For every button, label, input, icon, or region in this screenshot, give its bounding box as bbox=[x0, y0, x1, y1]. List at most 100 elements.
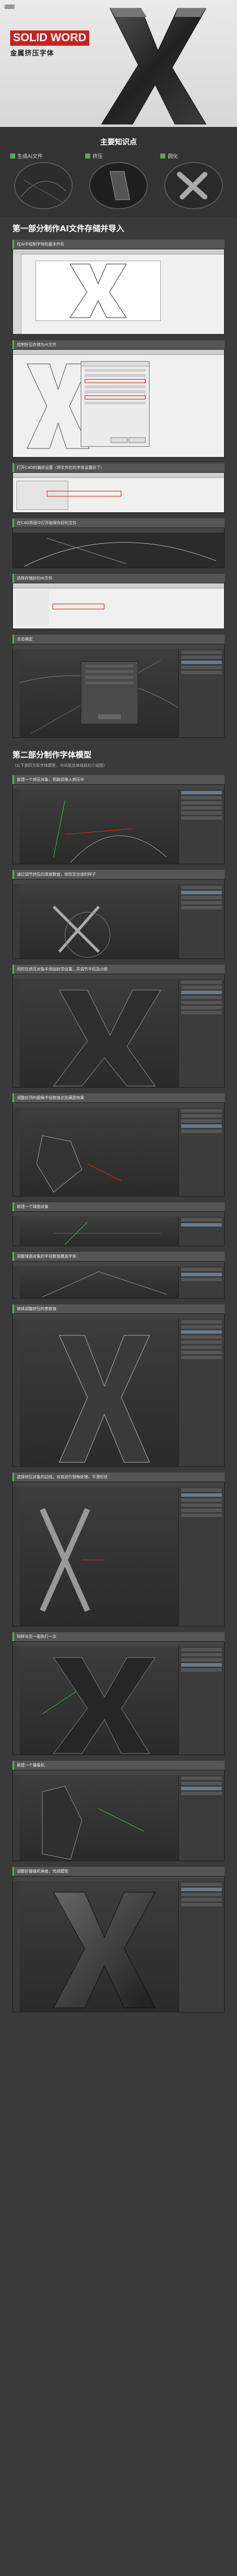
knowledge-thumb bbox=[89, 162, 148, 209]
screenshot-import-dialog bbox=[12, 644, 225, 738]
step-sphere: 新建一个球面对象 bbox=[12, 1202, 225, 1246]
attributes-panel[interactable] bbox=[178, 1646, 224, 1755]
title-en: SOLID WORD bbox=[10, 30, 89, 46]
import-settings-dialog[interactable] bbox=[81, 661, 138, 724]
step-caption: 在C4D界面中打开刚保存好的文件 bbox=[12, 518, 225, 527]
step-select-ai: 选择存储好的AI文件 bbox=[12, 574, 225, 629]
step-caption: 同时在挤压对象中添加封顶设置，并调节半径及分段 bbox=[12, 965, 225, 974]
step-params: 继续调整挤压的参数值 bbox=[12, 1304, 225, 1467]
knowledge-heading: 主要知识点 bbox=[100, 138, 137, 147]
highlight-box bbox=[52, 604, 104, 609]
attributes-panel[interactable] bbox=[178, 1487, 224, 1626]
attributes-panel[interactable] bbox=[178, 979, 224, 1087]
app-toolbar bbox=[13, 249, 224, 254]
step-bevel: 选择挤压对象的边线，对其进行倒角处理，平滑形状 bbox=[12, 1472, 225, 1627]
knowledge-label: 圆化 bbox=[168, 154, 178, 160]
viewport[interactable] bbox=[20, 1646, 179, 1755]
bullet-icon bbox=[85, 153, 90, 159]
screenshot-camera bbox=[12, 1770, 225, 1861]
viewport[interactable] bbox=[20, 1107, 179, 1196]
step-save-ai: 绘制好后存储为AI文件 bbox=[12, 340, 225, 458]
title-cn: 金属挤压字体 bbox=[10, 49, 55, 57]
step-other-side: 同样对另一面执行一次 bbox=[12, 1632, 225, 1755]
screenshot-sphere bbox=[12, 1211, 225, 1246]
step-caption: 同样对另一面执行一次 bbox=[12, 1632, 225, 1641]
confirm-button[interactable] bbox=[98, 714, 121, 719]
step-final: 调整好摄像机角度，完成模型 bbox=[12, 1867, 225, 2012]
screenshot-other-side bbox=[12, 1641, 225, 1755]
attributes-panel[interactable] bbox=[178, 1881, 224, 2012]
knowledge-item: 圆化 bbox=[160, 152, 227, 209]
knowledge-item: 挤压 bbox=[85, 152, 152, 209]
highlight-box bbox=[85, 379, 146, 383]
knowledge-label: 挤压 bbox=[92, 154, 103, 160]
hero-banner: SOLID WORD 金属挤压字体 bbox=[0, 0, 237, 127]
step-caption: 绘制好后存储为AI文件 bbox=[12, 340, 225, 349]
step-sphere-radius: 调整球面对象的半径数值覆盖字体 bbox=[12, 1252, 225, 1299]
folder-tree[interactable] bbox=[15, 590, 49, 625]
step-caption: 新建一个摄像机 bbox=[12, 1761, 225, 1770]
object-manager[interactable] bbox=[178, 1775, 224, 1861]
viewport[interactable] bbox=[20, 979, 179, 1087]
attributes-panel[interactable] bbox=[178, 1107, 224, 1196]
screenshot-caps bbox=[12, 974, 225, 1088]
step-caption: 继续调整挤压的参数值 bbox=[12, 1304, 225, 1313]
attributes-panel[interactable] bbox=[178, 649, 224, 737]
step-ai-draw: 在AI中绘制字体的基本外形 bbox=[12, 240, 225, 335]
part2-subtitle: （以下是四方形字体模型，中间是总体线段的介绍图） bbox=[12, 763, 107, 768]
brand bbox=[5, 5, 18, 9]
app-toolbar bbox=[13, 583, 224, 588]
step-caption: 在AI中绘制字体的基本外形 bbox=[12, 240, 225, 249]
bullet-icon bbox=[160, 153, 166, 159]
app-toolbar bbox=[13, 350, 224, 355]
ai-options-dialog[interactable] bbox=[81, 361, 150, 447]
highlight-box bbox=[47, 491, 121, 496]
attributes-panel[interactable] bbox=[178, 884, 224, 959]
step-confirm: 点击确定 bbox=[12, 635, 225, 738]
attributes-panel[interactable] bbox=[178, 1318, 224, 1466]
knowledge-label: 生成AI文件 bbox=[17, 154, 43, 160]
screenshot-final bbox=[12, 1876, 225, 2012]
screenshot-extrude bbox=[12, 784, 225, 864]
step-caption: 点击确定 bbox=[12, 635, 225, 644]
step-caption: 选择存储好的AI文件 bbox=[12, 574, 225, 583]
dialog-titlebar bbox=[81, 362, 149, 367]
hero-title: SOLID WORD 金属挤压字体 bbox=[10, 30, 89, 59]
cancel-button[interactable] bbox=[129, 437, 146, 443]
step-c4d-open: 在C4D界面中打开刚保存好的文件 bbox=[12, 518, 225, 568]
viewport[interactable] bbox=[20, 884, 179, 959]
object-manager[interactable] bbox=[178, 1216, 224, 1246]
viewport[interactable] bbox=[20, 1318, 179, 1466]
bullet-icon bbox=[10, 153, 15, 159]
attributes-panel[interactable] bbox=[178, 1266, 224, 1298]
step-caption: 新建一个挤压对象，把路径拖入挤压中 bbox=[12, 775, 225, 784]
knowledge-item: 生成AI文件 bbox=[10, 152, 77, 209]
screenshot-preferences bbox=[12, 472, 225, 513]
screenshot-bevel bbox=[12, 1482, 225, 1627]
screenshot-sphere-radius bbox=[12, 1261, 225, 1299]
tools-panel[interactable] bbox=[13, 254, 21, 334]
viewport[interactable] bbox=[20, 1775, 179, 1861]
metal-x-render-icon bbox=[101, 8, 207, 125]
ok-button[interactable] bbox=[111, 437, 128, 443]
screenshot-save-dialog bbox=[12, 349, 225, 458]
step-round: 调整封顶的圆角半径数值达到满意效果 bbox=[12, 1093, 225, 1197]
step-caption: 调整封顶的圆角半径数值达到满意效果 bbox=[12, 1093, 225, 1102]
screenshot-file-browser bbox=[12, 583, 225, 629]
screenshot-c4d-open bbox=[12, 527, 225, 568]
step-caption: 新建一个球面对象 bbox=[12, 1202, 225, 1211]
artboard[interactable] bbox=[36, 261, 161, 321]
screenshot-round bbox=[12, 1102, 225, 1197]
viewport[interactable] bbox=[20, 1881, 179, 2012]
screenshot-params bbox=[12, 1313, 225, 1467]
viewport[interactable] bbox=[20, 1487, 179, 1626]
part2-title: 第二部分制作字体模型 bbox=[12, 751, 91, 760]
step-thickness: 通过调节挤压的厚度数值，修改至合适的样子 bbox=[12, 870, 225, 959]
part1-title: 第一部分制作AI文件存储并导入 bbox=[12, 225, 125, 234]
viewport[interactable] bbox=[20, 1216, 179, 1246]
knowledge-thumb bbox=[164, 162, 223, 209]
viewport[interactable] bbox=[20, 1266, 179, 1298]
step-caption: 选择挤压对象的边线，对其进行倒角处理，平滑形状 bbox=[12, 1472, 225, 1482]
viewport[interactable] bbox=[20, 789, 179, 864]
object-manager[interactable] bbox=[178, 789, 224, 864]
